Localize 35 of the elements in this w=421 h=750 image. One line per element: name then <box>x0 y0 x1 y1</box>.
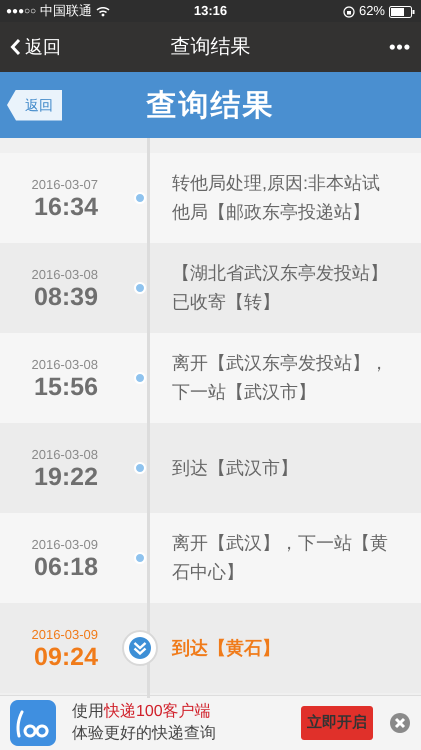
carrier-name: 中国联通 <box>40 2 92 20</box>
page-title: 查询结果 <box>170 35 250 60</box>
status-time: 13:16 <box>194 2 228 20</box>
signal-indicator: ●●●○○ <box>6 4 36 18</box>
battery-icon <box>389 6 415 18</box>
header-title: 查询结果 <box>146 88 274 124</box>
event-time: 19:22 <box>33 464 98 492</box>
event-description: 离开【武汉】，下一站【黄石中心】 <box>171 532 389 584</box>
event-time: 08:39 <box>33 284 98 312</box>
event-date: 2016-03-08 <box>30 266 98 284</box>
event-description: 离开【武汉东亭发投站】，下一站【武汉市】 <box>171 352 389 404</box>
event-date: 2016-03-09 <box>30 626 98 644</box>
event-time: 06:18 <box>33 554 98 582</box>
chevron-left-icon <box>10 38 21 56</box>
event-description: 到达【武汉市】 <box>171 456 299 480</box>
banner-headline: 使用快递100客户端 <box>72 702 212 722</box>
event-date: 2016-03-07 <box>30 176 98 194</box>
battery-percent: 62% <box>358 2 385 20</box>
more-button[interactable]: ••• <box>389 34 411 60</box>
event-description: 【湖北省武汉东亭发投站】已收寄【转】 <box>171 262 389 314</box>
wifi-icon <box>96 6 110 18</box>
event-date: 2016-03-08 <box>30 356 98 374</box>
event-time: 09:24 <box>33 644 98 672</box>
event-time: 16:34 <box>33 194 98 222</box>
event-description: 到达【黄石】 <box>170 636 281 660</box>
close-button[interactable] <box>389 712 411 734</box>
back-button[interactable]: 返回 <box>10 34 61 60</box>
event-date: 2016-03-09 <box>30 536 98 554</box>
banner-subtitle: 体验更好的快递查询 <box>72 724 216 744</box>
app-logo-icon <box>10 700 56 746</box>
close-icon <box>389 712 411 734</box>
rotation-lock-icon <box>342 6 355 18</box>
event-date: 2016-03-08 <box>30 446 98 464</box>
event-description: 转他局处理,原因:非本站试他局【邮政东亭投递站】 <box>171 172 382 224</box>
event-time: 15:56 <box>33 374 98 402</box>
